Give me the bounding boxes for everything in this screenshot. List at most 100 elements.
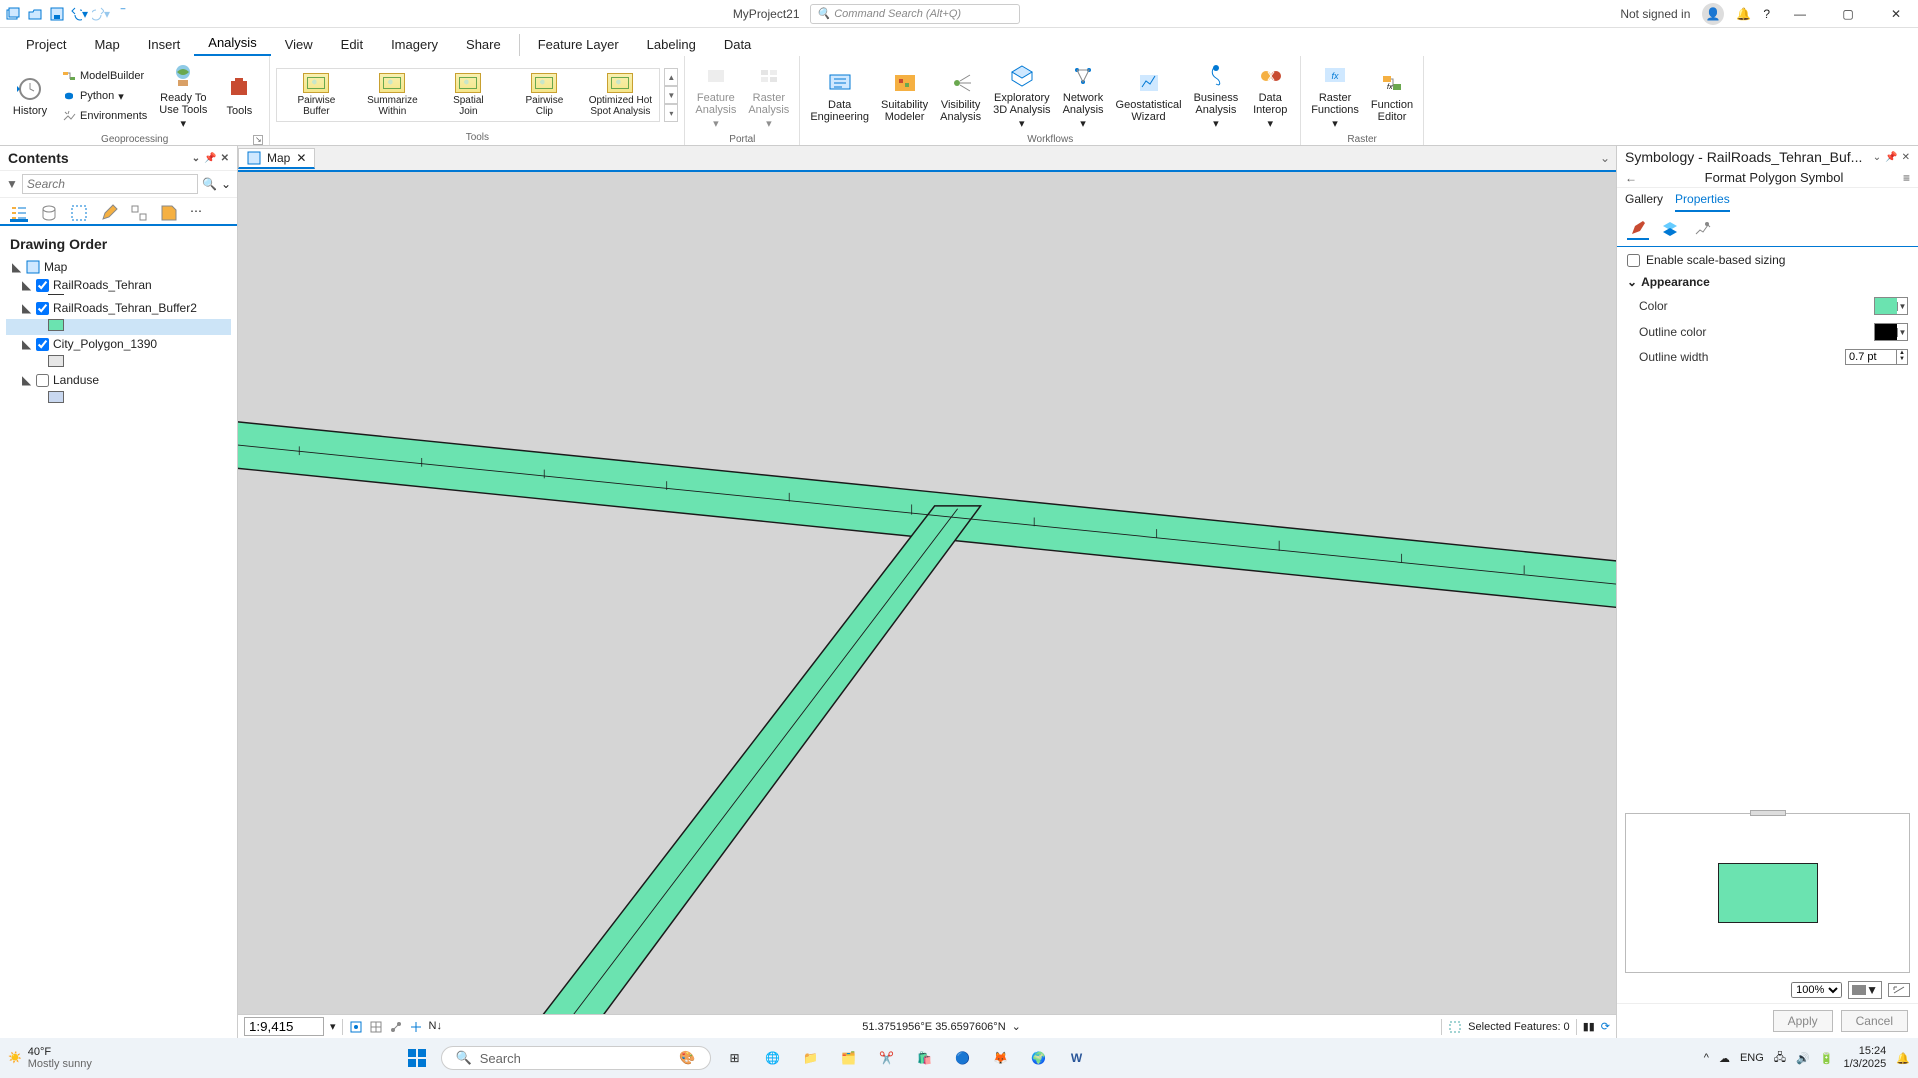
tab-data[interactable]: Data — [710, 33, 765, 56]
symbology-tab-gallery[interactable]: Gallery — [1625, 192, 1663, 212]
maximize-button[interactable]: ▢ — [1830, 0, 1866, 28]
store-icon[interactable]: 🛍️ — [911, 1044, 939, 1072]
qat-save-icon[interactable] — [48, 5, 66, 23]
word-icon[interactable]: W — [1063, 1044, 1091, 1072]
gallery-scroll-down[interactable]: ▼ — [664, 86, 678, 104]
close-button[interactable]: ✕ — [1878, 0, 1914, 28]
layer-checkbox[interactable] — [36, 302, 49, 315]
contents-dropdown-icon[interactable]: ⌄ — [192, 153, 200, 164]
tab-edit[interactable]: Edit — [327, 33, 377, 56]
gallery-expand[interactable]: ▾ — [664, 104, 678, 122]
snip-icon[interactable]: ✂️ — [873, 1044, 901, 1072]
business-analysis-button[interactable]: Business Analysis▾ — [1190, 60, 1243, 132]
tray-notifications-icon[interactable]: 🔔 — [1896, 1052, 1910, 1065]
symbology-back-icon[interactable]: ← — [1625, 171, 1645, 185]
tree-layer-landuse[interactable]: ◣Landuse — [6, 371, 231, 389]
weather-widget[interactable]: ☀️ 40°FMostly sunny — [8, 1046, 92, 1070]
tab-share[interactable]: Share — [452, 33, 515, 56]
layer-swatch[interactable] — [48, 391, 64, 403]
python-button[interactable]: Python ▾ — [58, 87, 151, 105]
symbology-dropdown-icon[interactable]: ⌄ — [1873, 152, 1881, 163]
gallery-scroll-up[interactable]: ▲ — [664, 68, 678, 86]
outline-width-input[interactable] — [1846, 350, 1896, 364]
layer-checkbox[interactable] — [36, 279, 49, 292]
tab-project[interactable]: Project — [12, 33, 80, 56]
list-labeling-icon[interactable] — [160, 204, 178, 222]
tray-onedrive-icon[interactable]: ☁ — [1719, 1052, 1730, 1065]
status-grid-icon[interactable] — [369, 1020, 383, 1034]
refresh-icon[interactable]: ⟳ — [1601, 1020, 1610, 1033]
map-canvas[interactable] — [238, 170, 1616, 1014]
data-engineering-button[interactable]: Data Engineering — [806, 67, 873, 125]
layer-swatch-selected[interactable] — [48, 319, 64, 331]
layer-checkbox[interactable] — [36, 338, 49, 351]
preview-bg-icon[interactable]: ▼ — [1848, 981, 1882, 999]
qat-open-icon[interactable] — [26, 5, 44, 23]
history-button[interactable]: History — [6, 73, 54, 119]
modelbuilder-button[interactable]: ModelBuilder — [58, 67, 151, 85]
qat-customize-icon[interactable]: ‾ — [114, 5, 132, 23]
tab-map[interactable]: Map — [80, 33, 133, 56]
tab-view[interactable]: View — [271, 33, 327, 56]
fill-color-picker[interactable]: ▼ — [1874, 297, 1908, 315]
geoprocessing-launcher[interactable]: ↘ — [253, 135, 263, 145]
contents-search-input[interactable] — [22, 174, 198, 194]
help-icon[interactable]: ? — [1763, 7, 1770, 21]
environments-button[interactable]: Environments — [58, 107, 151, 125]
list-drawing-order-icon[interactable] — [10, 204, 28, 222]
start-button[interactable] — [403, 1044, 431, 1072]
avatar-icon[interactable]: 👤 — [1702, 3, 1724, 25]
contents-pin-icon[interactable]: 📌 — [204, 153, 216, 164]
status-correction-icon[interactable] — [409, 1020, 423, 1034]
visibility-analysis-button[interactable]: Visibility Analysis — [936, 67, 985, 125]
raster-functions-button[interactable]: fxRaster Functions▾ — [1307, 60, 1363, 132]
pause-icon[interactable]: ▮▮ — [1583, 1020, 1595, 1033]
layer-checkbox[interactable] — [36, 374, 49, 387]
qat-redo-icon[interactable]: ▾ — [92, 5, 110, 23]
exploratory-3d-button[interactable]: Exploratory 3D Analysis▾ — [989, 60, 1054, 132]
minimize-button[interactable]: — — [1782, 0, 1818, 28]
tree-layer-city[interactable]: ◣City_Polygon_1390 — [6, 335, 231, 353]
coords-menu-icon[interactable]: ⌄ — [1012, 1020, 1021, 1033]
map-tab[interactable]: Map ✕ — [238, 148, 315, 169]
qat-new-icon[interactable] — [4, 5, 22, 23]
list-datasource-icon[interactable] — [40, 204, 58, 222]
explorer-icon[interactable]: 📁 — [797, 1044, 825, 1072]
ready-to-use-button[interactable]: Ready To Use Tools▾ — [155, 60, 211, 132]
appearance-expand-icon[interactable]: ⌄ — [1627, 275, 1637, 289]
data-interop-button[interactable]: Data Interop▾ — [1246, 60, 1294, 132]
filter-icon[interactable]: ▼ — [6, 177, 18, 191]
contents-search-icon[interactable]: 🔍 — [202, 177, 217, 191]
scale-input[interactable] — [244, 1017, 324, 1036]
tray-battery-icon[interactable]: 🔋 — [1820, 1052, 1834, 1065]
tools-button[interactable]: Tools — [215, 73, 263, 119]
raster-analysis-button[interactable]: Raster Analysis▾ — [744, 60, 793, 132]
firefox-icon[interactable]: 🦊 — [987, 1044, 1015, 1072]
preview-scale-icon[interactable] — [1888, 983, 1910, 997]
symbology-close-icon[interactable]: ✕ — [1902, 152, 1910, 163]
function-editor-button[interactable]: fxFunction Editor — [1367, 67, 1417, 125]
status-dynamic-icon[interactable]: N↓ — [429, 1020, 442, 1034]
edge-icon[interactable]: 🌐 — [759, 1044, 787, 1072]
feature-analysis-button[interactable]: Feature Analysis▾ — [691, 60, 740, 132]
gallery-pairwise-clip[interactable]: Pairwise Clip — [509, 73, 579, 117]
qat-undo-icon[interactable]: ▾ — [70, 5, 88, 23]
tree-map-frame[interactable]: ◣Map — [6, 258, 231, 276]
contents-search-dropdown[interactable]: ⌄ — [221, 177, 231, 191]
preview-zoom-select[interactable]: 100% — [1791, 982, 1842, 998]
gallery-hotspot[interactable]: Optimized Hot Spot Analysis — [585, 73, 655, 117]
tray-expand-icon[interactable]: ^ — [1704, 1052, 1709, 1064]
width-step-down[interactable]: ▼ — [1897, 356, 1907, 362]
tray-clock[interactable]: 15:241/3/2025 — [1843, 1045, 1886, 1071]
map-view-menu-icon[interactable]: ⌄ — [1594, 151, 1616, 165]
list-selection-icon[interactable] — [70, 204, 88, 222]
symbology-pin-icon[interactable]: 📌 — [1885, 152, 1897, 163]
tree-layer-buffer[interactable]: ◣RailRoads_Tehran_Buffer2 — [6, 299, 231, 317]
tab-imagery[interactable]: Imagery — [377, 33, 452, 56]
signin-text[interactable]: Not signed in — [1620, 7, 1690, 21]
geostatistical-wizard-button[interactable]: Geostatistical Wizard — [1112, 67, 1186, 125]
apply-button[interactable]: Apply — [1773, 1010, 1833, 1032]
status-constraint-icon[interactable] — [349, 1020, 363, 1034]
list-editing-icon[interactable] — [100, 204, 118, 222]
symbology-tab-properties[interactable]: Properties — [1675, 192, 1730, 212]
